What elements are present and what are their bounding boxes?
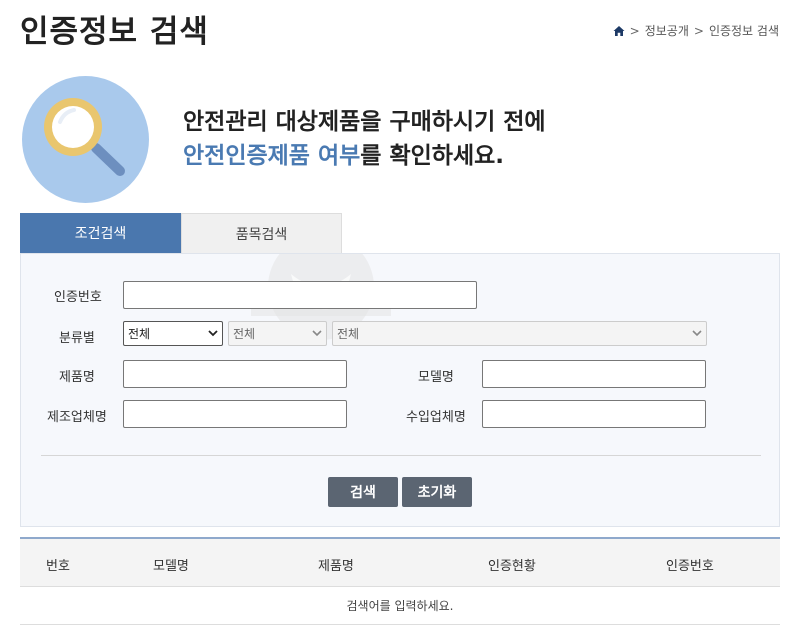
form-divider: [41, 455, 761, 456]
reset-button[interactable]: 초기화: [402, 477, 472, 507]
intro-text: 안전관리 대상제품을 구매하시기 전에 안전인증제품 여부를 확인하세요.: [183, 105, 546, 173]
breadcrumb-separator: >: [629, 23, 640, 38]
breadcrumb-separator: >: [693, 23, 704, 38]
tab-condition-search[interactable]: 조건검색: [20, 213, 181, 253]
intro-highlight: 안전인증제품 여부: [183, 143, 361, 169]
product-name-label: 제품명: [59, 370, 95, 385]
chevron-down-icon: [208, 330, 218, 337]
manufacturer-input[interactable]: [123, 400, 347, 428]
intro-line-2: 안전인증제품 여부를 확인하세요.: [183, 139, 546, 173]
column-header-model: 모델명: [153, 559, 189, 574]
model-name-input[interactable]: [482, 360, 706, 388]
category-select-3-value: 전체: [337, 327, 360, 341]
search-tabs: 조건검색 품목검색: [20, 213, 342, 253]
column-header-number: 번호: [46, 559, 70, 574]
home-icon[interactable]: [613, 25, 625, 37]
manufacturer-label: 제조업체명: [47, 410, 107, 425]
intro-illustration: [22, 76, 149, 203]
column-header-cert-status: 인증현황: [488, 559, 536, 574]
product-name-input[interactable]: [123, 360, 347, 388]
category-select-3[interactable]: 전체: [332, 321, 707, 346]
category-label: 분류별: [59, 331, 95, 346]
breadcrumb-item-current: 인증정보 검색: [708, 24, 779, 38]
category-select-1-value: 전체: [128, 327, 151, 341]
chevron-down-icon: [312, 330, 322, 337]
intro-line-2-rest: 를 확인하세요.: [360, 143, 505, 169]
cert-number-label: 인증번호: [54, 290, 102, 305]
intro-line-1: 안전관리 대상제품을 구매하시기 전에: [183, 109, 546, 135]
page-title: 인증정보 검색: [20, 14, 209, 50]
category-select-1[interactable]: 전체: [123, 321, 223, 346]
column-header-product: 제품명: [318, 559, 354, 574]
results-empty-message: 검색어를 입력하세요.: [20, 587, 780, 625]
magnifier-icon: [44, 98, 125, 176]
model-name-label: 모델명: [418, 370, 454, 385]
breadcrumb: > 정보공개 > 인증정보 검색: [613, 22, 779, 39]
category-select-2[interactable]: 전체: [228, 321, 327, 346]
results-table: 번호 모델명 제품명 인증현황 인증번호 검색어를 입력하세요.: [20, 537, 780, 625]
tab-item-search[interactable]: 품목검색: [181, 213, 342, 253]
cert-number-input[interactable]: [123, 281, 477, 309]
category-select-2-value: 전체: [233, 327, 256, 341]
search-form-panel: 인증번호 분류별 전체 전체 전체 제품명 모델명 제조업체명 수입업체명 검색…: [20, 253, 780, 527]
breadcrumb-item-info[interactable]: 정보공개: [645, 22, 689, 39]
chevron-down-icon: [692, 330, 702, 337]
importer-label: 수입업체명: [406, 410, 466, 425]
results-header-row: 번호 모델명 제품명 인증현황 인증번호: [20, 537, 780, 587]
column-header-cert-number: 인증번호: [666, 559, 714, 574]
importer-input[interactable]: [482, 400, 706, 428]
search-button[interactable]: 검색: [328, 477, 398, 507]
